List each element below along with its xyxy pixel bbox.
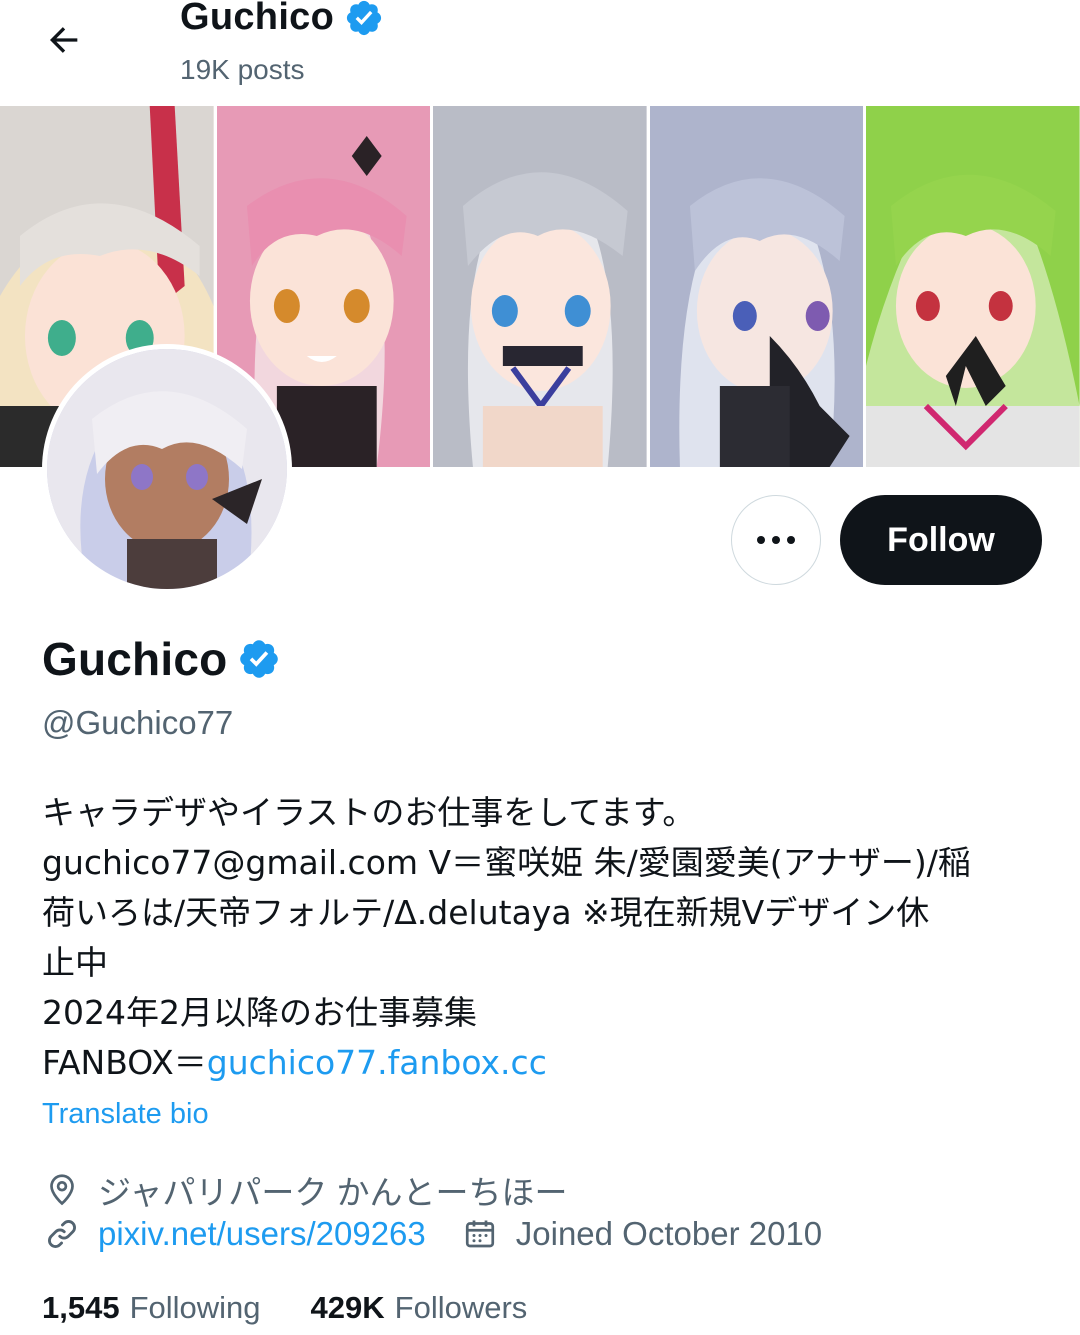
website-joined-row: pixiv.net/users/209263 Joined October 20… xyxy=(42,1214,822,1254)
location-pin-icon xyxy=(42,1170,82,1210)
header-title: Guchico xyxy=(180,0,384,39)
more-options-button[interactable] xyxy=(731,495,821,585)
verified-badge-icon xyxy=(344,0,384,38)
translate-bio-link[interactable]: Translate bio xyxy=(42,1098,209,1131)
more-dots-icon xyxy=(757,536,795,544)
arrow-left-icon xyxy=(50,27,78,53)
back-button[interactable] xyxy=(36,16,92,64)
bio-line: 2024年2月以降のお仕事募集 xyxy=(42,993,477,1032)
followers-stat[interactable]: 429K Followers xyxy=(311,1290,528,1326)
joined-date: Joined October 2010 xyxy=(515,1215,823,1252)
follow-button[interactable]: Follow xyxy=(840,495,1042,585)
header-post-count: 19K posts xyxy=(180,54,305,85)
profile-stats: 1,545 Following 429K Followers xyxy=(42,1290,527,1326)
profile-handle: @Guchico77 xyxy=(42,704,234,741)
followers-count: 429K xyxy=(310,1290,385,1325)
link-icon xyxy=(42,1214,82,1254)
display-name: Guchico xyxy=(42,633,228,685)
location-text: ジャパリパーク かんとーちほー xyxy=(98,1174,568,1211)
calendar-icon xyxy=(460,1214,500,1254)
following-count: 1,545 xyxy=(42,1290,120,1325)
fanbox-link[interactable]: guchico77.fanbox.cc xyxy=(207,1043,547,1082)
profile-bio: キャラデザやイラストのお仕事をしてます。 guchico77@gmail.com… xyxy=(42,788,1042,1088)
banner-panel-5 xyxy=(866,106,1080,467)
banner-panel-3 xyxy=(433,106,647,467)
profile-name-row: Guchico xyxy=(42,632,281,686)
banner-panel-4 xyxy=(649,106,864,467)
location-row: ジャパリパーク かんとーちほー xyxy=(42,1166,568,1214)
bio-line: 止中 xyxy=(42,943,108,982)
bio-line: guchico77@gmail.com V＝蜜咲姫 朱/愛園愛美(アナザー)/稲 xyxy=(42,843,971,882)
following-label: Following xyxy=(129,1290,261,1325)
followers-label: Followers xyxy=(394,1290,528,1325)
bio-line: 荷いろは/天帝フォルテ/Δ.delutaya ※現在新規Vデザイン休 xyxy=(42,893,930,932)
avatar-image xyxy=(47,349,287,589)
following-stat[interactable]: 1,545 Following xyxy=(42,1290,261,1326)
bio-fanbox-line: FANBOX＝guchico77.fanbox.cc xyxy=(42,1038,1042,1088)
website-link[interactable]: pixiv.net/users/209263 xyxy=(98,1215,426,1253)
header-name: Guchico xyxy=(180,0,335,38)
verified-badge-icon[interactable] xyxy=(237,637,281,681)
profile-avatar[interactable] xyxy=(42,344,292,594)
top-bar: Guchico 19K posts xyxy=(0,0,1080,106)
bio-fanbox-prefix: FANBOX＝ xyxy=(42,1043,207,1082)
bio-line: キャラデザやイラストのお仕事をしてます。 xyxy=(42,793,696,832)
